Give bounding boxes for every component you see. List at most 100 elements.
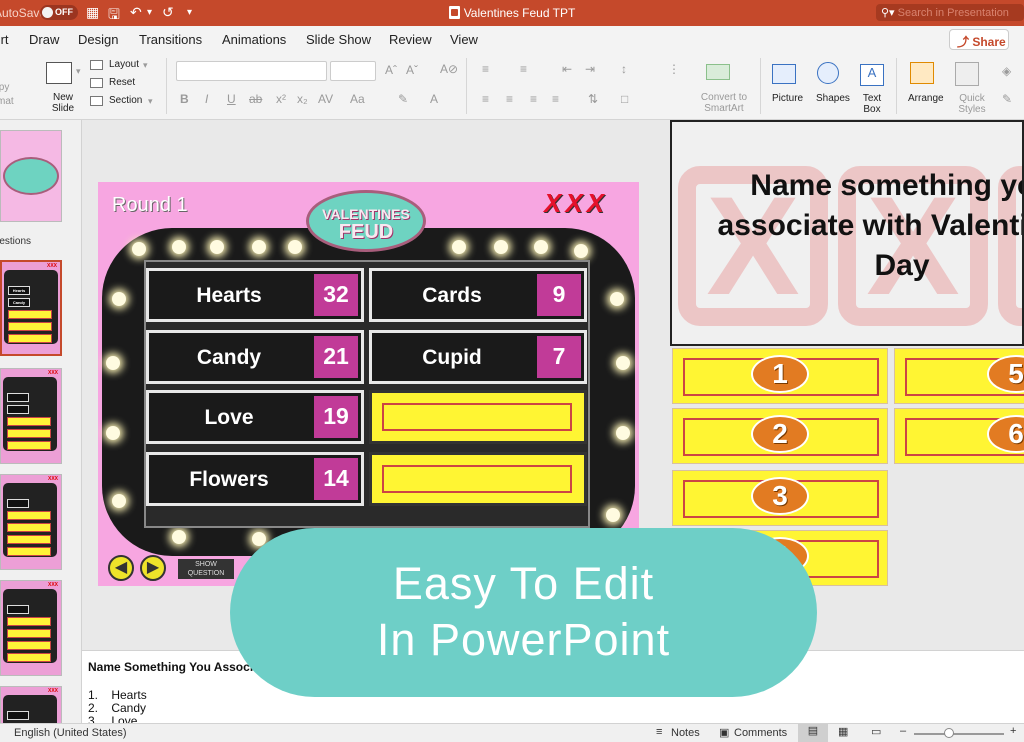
answer-cell[interactable]: Cards 9 (369, 268, 587, 322)
increase-indent-icon[interactable]: ⇥ (585, 62, 595, 76)
increase-font-icon[interactable]: Aˆ (385, 63, 397, 77)
tab-review[interactable]: Review (389, 32, 432, 47)
smartart-icon[interactable] (706, 64, 730, 80)
picture-button[interactable]: Picture (772, 93, 803, 104)
tab-slide-show[interactable]: Slide Show (306, 32, 371, 47)
zoom-slider-thumb[interactable] (944, 728, 954, 738)
zoom-in-icon[interactable]: + (1010, 725, 1016, 737)
game-board-slide[interactable]: Round 1 XXX VALENTINES FEUD Hearts 32 Card… (98, 182, 639, 586)
convert-smartart-button[interactable]: Convert to SmartArt (696, 92, 752, 114)
slide-thumbnail[interactable]: XXX (0, 686, 62, 723)
language-status[interactable]: English (United States) (14, 727, 127, 739)
change-case-icon[interactable]: Aa (350, 92, 365, 106)
underline-icon[interactable]: U (227, 92, 236, 106)
answer-number-slot[interactable]: 3 (672, 470, 888, 526)
shape-outline-icon[interactable]: ✎ (1002, 92, 1012, 106)
text-direction-icon[interactable]: ⇅ (588, 92, 598, 106)
answer-number-slot[interactable]: 6 (894, 408, 1024, 464)
clear-format-icon[interactable]: A⊘ (440, 62, 458, 76)
numbering-icon[interactable]: ≡ (520, 62, 527, 76)
copy-button[interactable]: Copy (0, 82, 9, 93)
subscript-icon[interactable]: x₂ (297, 92, 308, 106)
shapes-icon[interactable] (817, 62, 839, 84)
section-button[interactable]: Section (109, 95, 142, 106)
format-painter-button[interactable]: Format (0, 96, 14, 107)
superscript-icon[interactable]: x² (276, 92, 286, 106)
slide-sorter-icon[interactable]: ▦ (838, 725, 848, 738)
slide-thumbnail-selected[interactable]: XXX Hearts Candy (0, 260, 62, 356)
section-dropdown-icon[interactable]: ▾ (148, 96, 153, 107)
quick-styles-button[interactable]: Quick Styles (950, 93, 994, 115)
answer-number-slot[interactable]: 2 (672, 408, 888, 464)
decrease-font-icon[interactable]: Aˇ (406, 63, 418, 77)
shapes-button[interactable]: Shapes (816, 93, 850, 104)
slide-thumbnail[interactable]: XXX (0, 580, 62, 676)
zoom-slider[interactable] (914, 733, 1004, 735)
font-size-select[interactable] (330, 61, 376, 81)
arrange-icon[interactable] (910, 62, 934, 84)
normal-view-icon[interactable]: ▤ (798, 724, 828, 742)
search-input[interactable]: ⚲▾ Search in Presentation (876, 4, 1024, 21)
light-bulb-icon (210, 240, 224, 254)
slide-thumbnail[interactable]: XXX (0, 474, 62, 570)
decrease-indent-icon[interactable]: ⇤ (562, 62, 572, 76)
char-spacing-icon[interactable]: AV (318, 92, 333, 106)
section-label[interactable]: Questions (0, 236, 31, 247)
bold-icon[interactable]: B (180, 92, 189, 106)
tab-design[interactable]: Design (78, 32, 118, 47)
italic-icon[interactable]: I (205, 92, 208, 106)
align-center-icon[interactable]: ≡ (506, 92, 513, 106)
answer-number-slot[interactable]: 5 (894, 348, 1024, 404)
line-spacing-icon[interactable]: ↕ (621, 62, 627, 76)
next-arrow-button[interactable]: ▶ (140, 555, 166, 581)
answer-cell[interactable]: Candy 21 (146, 330, 364, 384)
hidden-answer-slot[interactable] (369, 452, 587, 506)
comments-button[interactable]: Comments (734, 727, 787, 739)
justify-icon[interactable]: ≡ (552, 92, 559, 106)
tab-view[interactable]: View (450, 32, 478, 47)
font-color-icon[interactable]: A (430, 92, 438, 106)
quick-styles-icon[interactable] (955, 62, 979, 86)
align-right-icon[interactable]: ≡ (530, 92, 537, 106)
textbox-button[interactable]: Text Box (860, 93, 884, 115)
strikethrough-icon[interactable]: ab (249, 92, 262, 106)
answer-cell[interactable]: Love 19 (146, 390, 364, 444)
highlight-icon[interactable]: ✎ (398, 92, 408, 106)
hidden-answer-slot[interactable] (369, 390, 587, 444)
answer-number-slot[interactable]: 1 (672, 348, 888, 404)
align-text-icon[interactable]: □ (621, 92, 628, 106)
share-button[interactable]: ⤴ Share (949, 29, 1009, 50)
show-question-button[interactable]: SHOW QUESTION (178, 559, 234, 579)
answer-cell[interactable]: Hearts 32 (146, 268, 364, 322)
answer-cell[interactable]: Flowers 14 (146, 452, 364, 506)
tab-transitions[interactable]: Transitions (139, 32, 202, 47)
reset-button[interactable]: Reset (109, 77, 135, 88)
question-slide[interactable]: X X X Name something you associate with … (670, 120, 1024, 346)
font-name-select[interactable] (176, 61, 327, 81)
answer-cell[interactable]: Cupid 7 (369, 330, 587, 384)
slide-thumbnail[interactable] (0, 130, 62, 222)
slide-thumbnail[interactable]: XXX (0, 368, 62, 464)
arrange-button[interactable]: Arrange (908, 93, 944, 104)
tab-animations[interactable]: Animations (222, 32, 286, 47)
new-slide-button[interactable]: New Slide (50, 92, 76, 114)
align-left-icon[interactable]: ≡ (482, 92, 489, 106)
previous-arrow-button[interactable]: ◀ (108, 555, 134, 581)
light-bulb-icon (288, 240, 302, 254)
notes-button[interactable]: Notes (671, 727, 700, 739)
columns-icon[interactable]: ⋮ (668, 62, 680, 76)
bullets-icon[interactable]: ≡ (482, 62, 489, 76)
shape-fill-icon[interactable]: ◈ (1002, 64, 1011, 78)
picture-icon[interactable] (772, 64, 796, 84)
new-slide-icon[interactable] (46, 62, 72, 84)
layout-button[interactable]: Layout (109, 59, 139, 70)
question-text: Name something you associate with Valent… (717, 169, 1022, 282)
slideshow-icon[interactable]: ▭ (871, 725, 881, 738)
textbox-icon[interactable]: A (860, 64, 884, 86)
layout-dropdown-icon[interactable]: ▾ (143, 60, 148, 71)
light-bulb-icon (606, 508, 620, 522)
tab-draw[interactable]: Draw (29, 32, 59, 47)
tab-insert[interactable]: Insert (0, 32, 9, 47)
zoom-out-icon[interactable]: – (900, 725, 906, 737)
new-slide-dropdown-icon[interactable]: ▾ (76, 66, 81, 77)
